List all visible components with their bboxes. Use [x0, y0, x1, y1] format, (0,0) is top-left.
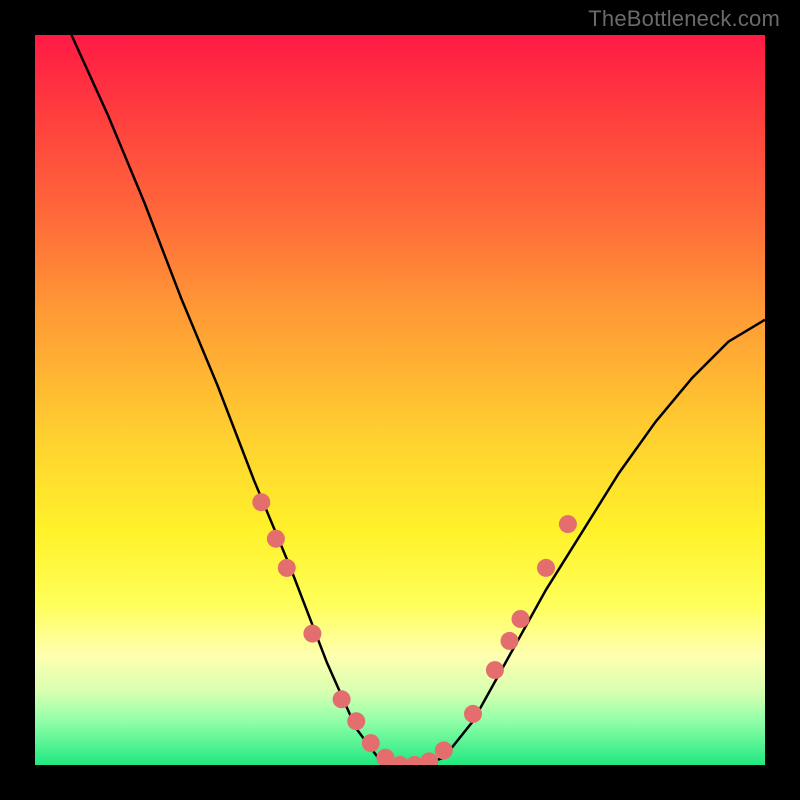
outer-frame: TheBottleneck.com: [0, 0, 800, 800]
bottleneck-curve: [72, 35, 766, 765]
marker-dot: [303, 625, 321, 643]
watermark-label: TheBottleneck.com: [588, 6, 780, 32]
marker-dot: [347, 712, 365, 730]
marker-dot: [464, 705, 482, 723]
marker-dot: [420, 752, 438, 765]
highlight-markers: [252, 493, 577, 765]
marker-dot: [252, 493, 270, 511]
marker-dot: [435, 741, 453, 759]
plot-area: [35, 35, 765, 765]
marker-dot: [278, 559, 296, 577]
marker-dot: [512, 610, 530, 628]
marker-dot: [333, 690, 351, 708]
curve-layer: [35, 35, 765, 765]
marker-dot: [486, 661, 504, 679]
marker-dot: [559, 515, 577, 533]
marker-dot: [267, 530, 285, 548]
marker-dot: [537, 559, 555, 577]
marker-dot: [501, 632, 519, 650]
marker-dot: [362, 734, 380, 752]
